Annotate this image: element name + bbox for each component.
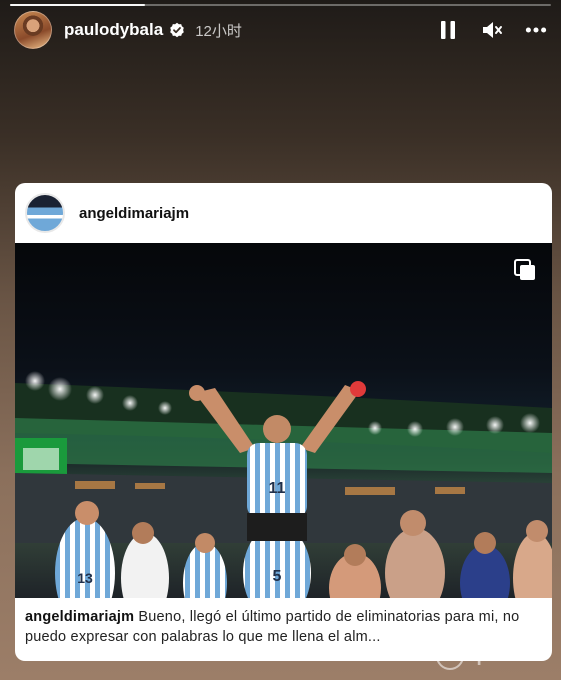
jersey-number-11: 11 xyxy=(269,480,286,497)
shared-post-photo[interactable]: 5 11 13 xyxy=(15,243,552,598)
pause-icon xyxy=(441,21,455,39)
more-options-button[interactable] xyxy=(525,19,547,41)
story-author-username[interactable]: paulodybala xyxy=(64,20,163,40)
ball-logo-icon xyxy=(436,642,465,670)
jersey-number-13: 13 xyxy=(77,570,93,586)
pause-button[interactable] xyxy=(437,19,459,41)
mute-button[interactable] xyxy=(481,19,503,41)
caption-username[interactable]: angeldimariajm xyxy=(25,609,134,625)
celebration-photo: 5 11 13 xyxy=(15,371,552,598)
jersey-number-5: 5 xyxy=(273,568,282,585)
shared-post-username[interactable]: angeldimariajm xyxy=(79,205,189,222)
shared-post-caption: angeldimariajm Bueno, llegó el último pa… xyxy=(25,607,538,647)
shared-post-card[interactable]: angeldimariajm 5 11 13 angeldimariajm Bu… xyxy=(15,183,552,661)
muted-speaker-icon xyxy=(483,22,502,38)
shared-post-author-avatar[interactable] xyxy=(25,193,65,233)
story-timestamp: 12小时 xyxy=(195,22,242,40)
shared-post-header: angeldimariajm xyxy=(15,183,552,243)
carousel-icon xyxy=(514,259,535,280)
verified-badge-icon xyxy=(170,22,184,38)
story-header: paulodybala 12小时 xyxy=(14,11,547,49)
site-watermark: qtx.com xyxy=(436,642,543,670)
story-author-avatar[interactable] xyxy=(14,11,52,49)
more-options-icon xyxy=(525,27,547,33)
story-progress-bar xyxy=(10,4,551,6)
story-progress-fill xyxy=(10,4,146,6)
watermark-text: qtx.com xyxy=(470,645,543,666)
